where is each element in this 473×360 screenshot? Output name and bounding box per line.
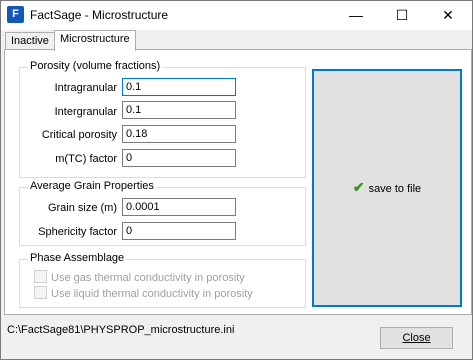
tab-strip: Inactive Microstructure <box>1 30 472 51</box>
critical-porosity-input[interactable]: 0.18 <box>122 125 236 143</box>
porosity-group: Porosity (volume fractions) Intragranula… <box>19 60 306 178</box>
status-bar: C:\FactSage81\PHYSPROP_microstructure.in… <box>4 318 470 356</box>
liquid-conductivity-option[interactable]: Use liquid thermal conductivity in poros… <box>34 286 253 300</box>
intergranular-label: Intergranular <box>54 106 117 118</box>
close-button[interactable]: Close <box>380 327 453 349</box>
file-path-text: C:\FactSage81\PHYSPROP_microstructure.in… <box>7 324 235 336</box>
save-button-label: save to file <box>368 183 422 195</box>
gas-conductivity-option[interactable]: Use gas thermal conductivity in porosity <box>34 270 245 284</box>
save-button-content: ✔ save to file <box>314 179 460 196</box>
phase-assemblage-group: Phase Assemblage Use gas thermal conduct… <box>19 252 306 308</box>
porosity-group-legend: Porosity (volume fractions) <box>28 60 163 72</box>
mtc-factor-input[interactable]: 0 <box>122 149 236 167</box>
liquid-conductivity-checkbox[interactable] <box>34 286 47 299</box>
close-button-label: Close <box>402 332 431 344</box>
maximize-button[interactable]: ☐ <box>379 1 425 30</box>
intragranular-input[interactable]: 0.1 <box>122 78 236 96</box>
gas-conductivity-label: Use gas thermal conductivity in porosity <box>51 272 245 284</box>
mtc-factor-label: m(TC) factor <box>55 153 117 165</box>
factsage-app-icon: F <box>7 6 24 23</box>
tab-inactive[interactable]: Inactive <box>5 32 55 50</box>
gas-conductivity-checkbox[interactable] <box>34 270 47 283</box>
app-window: F FactSage - Microstructure — ☐ ✕ Inacti… <box>0 0 473 360</box>
phase-group-legend: Phase Assemblage <box>28 252 127 264</box>
sphericity-factor-input[interactable]: 0 <box>122 222 236 240</box>
grain-group-legend: Average Grain Properties <box>28 180 156 192</box>
tab-microstructure[interactable]: Microstructure <box>54 30 136 51</box>
close-window-button[interactable]: ✕ <box>425 1 471 30</box>
grain-size-input[interactable]: 0.0001 <box>122 198 236 216</box>
grain-properties-group: Average Grain Properties Grain size (m) … <box>19 180 306 246</box>
save-to-file-button[interactable]: ✔ save to file <box>312 69 462 307</box>
checkmark-icon: ✔ <box>352 179 365 195</box>
liquid-conductivity-label: Use liquid thermal conductivity in poros… <box>51 288 253 300</box>
critical-porosity-label: Critical porosity <box>41 129 117 141</box>
window-title: FactSage - Microstructure <box>30 8 169 22</box>
intergranular-input[interactable]: 0.1 <box>122 101 236 119</box>
minimize-button[interactable]: — <box>333 1 379 30</box>
title-bar: F FactSage - Microstructure — ☐ ✕ <box>1 1 472 30</box>
grain-size-label: Grain size (m) <box>47 202 117 214</box>
intragranular-label: Intragranular <box>54 82 117 94</box>
sphericity-factor-label: Sphericity factor <box>38 226 117 238</box>
